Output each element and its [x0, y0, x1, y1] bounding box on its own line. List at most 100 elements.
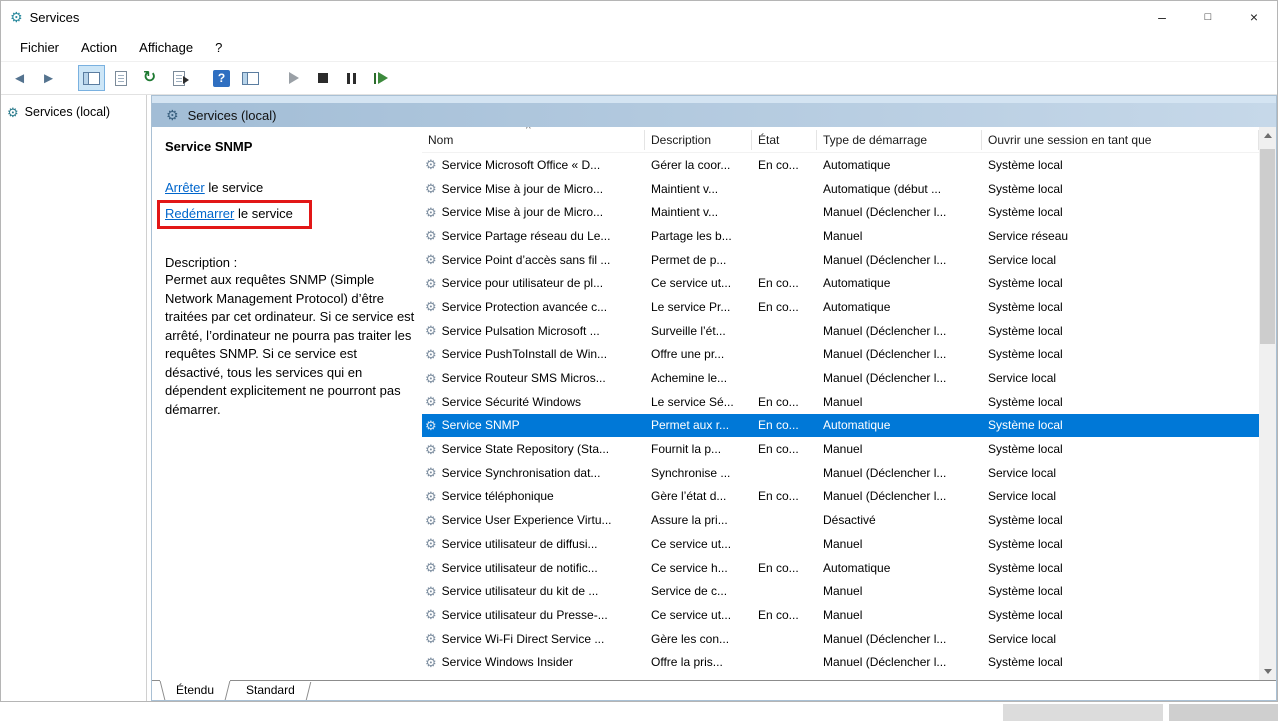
table-row[interactable]: ⚙ Service Mise à jour de Micro... Mainti… — [422, 200, 1259, 224]
scrollbar-down-button[interactable] — [1259, 663, 1276, 680]
cell-name-text: Service Point d’accès sans fil ... — [442, 253, 611, 267]
table-row[interactable]: ⚙ Service Protection avancée c... Le ser… — [422, 295, 1259, 319]
service-gear-icon: ⚙ — [425, 348, 437, 361]
cell-logon: Système local — [982, 347, 1259, 361]
table-row[interactable]: ⚙ Service utilisateur de notific... Ce s… — [422, 556, 1259, 580]
table-row[interactable]: ⚙ Service Pulsation Microsoft ... Survei… — [422, 319, 1259, 343]
cell-logon: Système local — [982, 395, 1259, 409]
cell-name-text: Service Pulsation Microsoft ... — [442, 324, 600, 338]
cell-state: En co... — [752, 276, 817, 290]
back-button[interactable]: ◄ — [6, 65, 33, 91]
stop-service-icon — [318, 73, 328, 83]
close-button[interactable]: × — [1231, 1, 1277, 33]
main-header: ⚙ Services (local) — [152, 103, 1276, 127]
service-gear-icon: ⚙ — [425, 182, 437, 195]
service-gear-icon: ⚙ — [425, 514, 437, 527]
start-service-button[interactable] — [280, 65, 307, 91]
cell-name: ⚙ Service Sécurité Windows — [422, 395, 645, 409]
table-row[interactable]: ⚙ Service SNMP Permet aux r... En co... … — [422, 414, 1259, 438]
table-row[interactable]: ⚙ Service Mise à jour de Micro... Mainti… — [422, 177, 1259, 201]
main-header-gear-icon: ⚙ — [166, 108, 179, 122]
help-button[interactable]: ? — [208, 65, 235, 91]
cell-startup: Manuel — [817, 442, 982, 456]
cell-logon: Service local — [982, 632, 1259, 646]
table-row[interactable]: ⚙ Service Sécurité Windows Le service Sé… — [422, 390, 1259, 414]
table-row[interactable]: ⚙ Service Point d’accès sans fil ... Per… — [422, 248, 1259, 272]
cell-state: En co... — [752, 158, 817, 172]
column-header-type-demarrage[interactable]: Type de démarrage — [817, 130, 982, 150]
refresh-button[interactable]: ↻ — [136, 65, 163, 91]
column-header-etat[interactable]: État — [752, 130, 817, 150]
stop-service-button[interactable] — [309, 65, 336, 91]
menu-help[interactable]: ? — [204, 36, 233, 59]
cell-logon: Service réseau — [982, 229, 1259, 243]
table-row[interactable]: ⚙ Service Routeur SMS Micros... Achemine… — [422, 366, 1259, 390]
cell-name: ⚙ Service Pulsation Microsoft ... — [422, 324, 645, 338]
service-actions: Arrêter le service Redémarrer le service — [165, 178, 408, 229]
cell-state: En co... — [752, 608, 817, 622]
table-row[interactable]: ⚙ Service Microsoft Office « D... Gérer … — [422, 153, 1259, 177]
minimize-button[interactable]: – — [1139, 1, 1185, 33]
properties-button[interactable] — [107, 65, 134, 91]
scrollbar-up-button[interactable] — [1259, 127, 1276, 144]
table-row[interactable]: ⚙ Service téléphonique Gère l’état d... … — [422, 485, 1259, 509]
export-list-button[interactable] — [165, 65, 192, 91]
cell-description: Offre la pris... — [645, 655, 752, 669]
tab-etendu-label: Étendu — [176, 683, 214, 697]
cell-logon: Service local — [982, 489, 1259, 503]
show-console-tree-button[interactable] — [78, 65, 105, 91]
cell-name-text: Service Wi-Fi Direct Service ... — [442, 632, 605, 646]
menu-action[interactable]: Action — [70, 36, 128, 59]
tab-etendu[interactable]: Étendu — [160, 680, 230, 700]
menu-fichier[interactable]: Fichier — [9, 36, 70, 59]
table-row[interactable]: ⚙ Service utilisateur du Presse-... Ce s… — [422, 603, 1259, 627]
column-header-session[interactable]: Ouvrir une session en tant que — [982, 130, 1259, 150]
forward-button[interactable]: ► — [35, 65, 62, 91]
cell-state: En co... — [752, 442, 817, 456]
table-row[interactable]: ⚙ Service Wi-Fi Direct Service ... Gère … — [422, 627, 1259, 651]
cell-logon: Service local — [982, 466, 1259, 480]
description-label: Description : — [165, 255, 408, 270]
main-top-strip — [152, 96, 1276, 103]
description-text: Permet aux requêtes SNMP (Simple Network… — [165, 271, 417, 419]
taskbar-fragment — [1003, 704, 1163, 721]
scrollbar-thumb[interactable] — [1260, 149, 1275, 344]
stop-service-link[interactable]: Arrêter — [165, 180, 205, 195]
vertical-scrollbar[interactable] — [1259, 127, 1276, 680]
table-row[interactable]: ⚙ Service utilisateur du kit de ... Serv… — [422, 579, 1259, 603]
extended-view-button[interactable] — [237, 65, 264, 91]
column-header-description[interactable]: Description — [645, 130, 752, 150]
maximize-button[interactable]: □ — [1185, 1, 1231, 33]
table-row[interactable]: ⚙ Service Synchronisation dat... Synchro… — [422, 461, 1259, 485]
services-gear-icon: ⚙ — [7, 106, 19, 119]
restart-service-link[interactable]: Redémarrer — [165, 206, 234, 221]
extended-view-icon — [242, 72, 259, 85]
cell-name-text: Service pour utilisateur de pl... — [442, 276, 603, 290]
restart-service-button[interactable] — [367, 65, 394, 91]
cell-name: ⚙ Service Windows Insider — [422, 655, 645, 669]
service-gear-icon: ⚙ — [425, 656, 437, 669]
cell-state: En co... — [752, 418, 817, 432]
table-row[interactable]: ⚙ Service Partage réseau du Le... Partag… — [422, 224, 1259, 248]
table-row[interactable]: ⚙ Service utilisateur de diffusi... Ce s… — [422, 532, 1259, 556]
toolbar: ◄ ► ↻ ? — [1, 62, 1277, 95]
cell-name: ⚙ Service téléphonique — [422, 489, 645, 503]
cell-logon: Service local — [982, 371, 1259, 385]
menu-affichage[interactable]: Affichage — [128, 36, 204, 59]
table-row[interactable]: ⚙ Service Windows Insider Offre la pris.… — [422, 650, 1259, 674]
pause-service-button[interactable] — [338, 65, 365, 91]
cell-description: Permet de p... — [645, 253, 752, 267]
export-list-icon — [173, 71, 185, 86]
table-row[interactable]: ⚙ Service State Repository (Sta... Fourn… — [422, 437, 1259, 461]
table-row[interactable]: ⚙ Service pour utilisateur de pl... Ce s… — [422, 271, 1259, 295]
service-gear-icon: ⚙ — [425, 324, 437, 337]
cell-name: ⚙ Service PushToInstall de Win... — [422, 347, 645, 361]
table-row[interactable]: ⚙ Service PushToInstall de Win... Offre … — [422, 343, 1259, 367]
tree-item-services-local[interactable]: ⚙ Services (local) — [1, 95, 146, 125]
cell-name-text: Service utilisateur de notific... — [442, 561, 598, 575]
column-header-nom[interactable]: Nom — [422, 130, 645, 150]
table-row[interactable]: ⚙ Service User Experience Virtu... Assur… — [422, 508, 1259, 532]
cell-logon: Système local — [982, 182, 1259, 196]
cell-name-text: Service Partage réseau du Le... — [442, 229, 611, 243]
tab-standard[interactable]: Standard — [230, 681, 311, 700]
